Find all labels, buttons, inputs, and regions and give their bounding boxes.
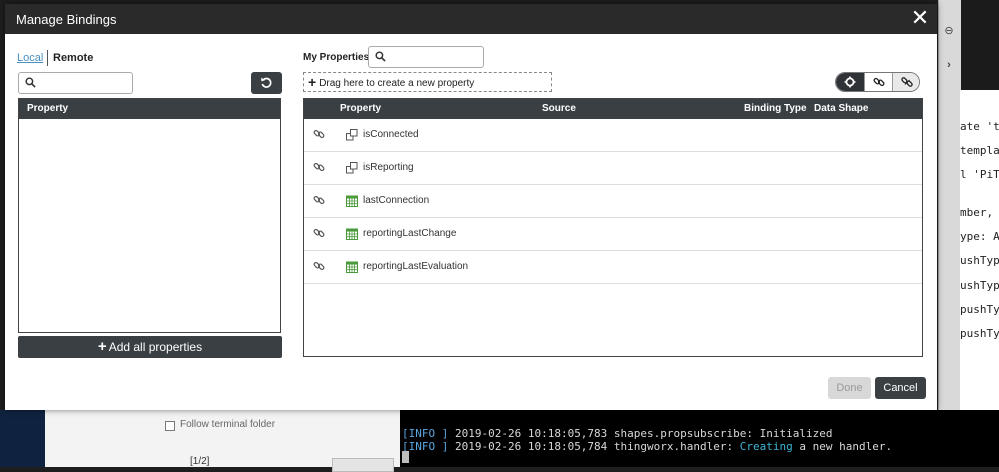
- boolean-icon: [346, 162, 358, 174]
- follow-terminal-checkbox[interactable]: [165, 421, 175, 431]
- property-row[interactable]: reportingLastEvaluation: [304, 251, 922, 284]
- tab-remote[interactable]: Remote: [53, 52, 93, 64]
- boolean-icon: [346, 129, 358, 141]
- property-name: isReporting: [363, 162, 414, 173]
- background-sidebar-strip: ⊖ ›: [938, 0, 961, 410]
- filter-unbound-button[interactable]: [892, 73, 919, 91]
- code-line: ype: A: [960, 230, 999, 243]
- refresh-icon: [261, 77, 272, 88]
- plus-icon: +: [308, 74, 317, 90]
- done-button[interactable]: Done: [828, 377, 871, 399]
- dropzone-label: Drag here to create a new property: [319, 78, 475, 89]
- datetime-icon: [346, 261, 358, 273]
- page-indicator: [1/2]: [190, 456, 210, 467]
- link-icon[interactable]: [313, 227, 325, 239]
- background-app-bottom: Follow terminal folder [1/2]: [0, 410, 400, 472]
- background-button[interactable]: [332, 458, 394, 472]
- bound-icon: [873, 77, 885, 87]
- code-line: pushTy: [960, 327, 999, 340]
- dialog-header: Manage Bindings ✕: [5, 4, 937, 34]
- datetime-icon: [346, 228, 358, 240]
- manage-bindings-dialog: Manage Bindings ✕ Local Remote Property …: [5, 4, 937, 410]
- link-icon[interactable]: [313, 260, 325, 272]
- follow-terminal-label: Follow terminal folder: [180, 419, 276, 430]
- background-code-view: ate 't templa l 'PiTh mber, ype: A ushTy…: [960, 90, 999, 410]
- column-property[interactable]: Property: [340, 99, 381, 119]
- link-icon[interactable]: [313, 128, 325, 140]
- column-data-shape[interactable]: Data Shape: [814, 99, 868, 119]
- right-search-input[interactable]: [391, 49, 481, 67]
- left-search-field[interactable]: [18, 72, 133, 94]
- add-all-properties-button[interactable]: + Add all properties: [18, 336, 282, 358]
- local-properties-panel: Property: [18, 98, 281, 333]
- property-row[interactable]: isReporting: [304, 152, 922, 185]
- column-property: Property: [27, 103, 69, 114]
- search-icon: [25, 77, 36, 88]
- background-app-right: ⊖ › ate 't templa l 'PiTh mber, ype: A u…: [938, 0, 999, 467]
- terminal-console: [INFO ] 2019-02-26 10:18:05,783 shapes.p…: [400, 410, 999, 467]
- code-line: pushTy: [960, 303, 999, 316]
- dialog-title: Manage Bindings: [16, 12, 117, 27]
- column-source[interactable]: Source: [542, 99, 576, 119]
- new-property-dropzone[interactable]: + Drag here to create a new property: [303, 72, 552, 92]
- chevron-right-icon: ›: [947, 59, 951, 71]
- background-dark-sidebar: [0, 410, 45, 467]
- search-icon: [375, 51, 386, 62]
- refresh-button[interactable]: [251, 72, 282, 94]
- my-properties-table: Property Source Binding Type Data Shape …: [303, 98, 923, 357]
- tab-divider: [47, 50, 48, 66]
- console-line: [INFO ] 2019-02-26 10:18:05,784 thingwor…: [402, 440, 893, 453]
- close-icon[interactable]: ✕: [909, 7, 931, 29]
- property-row[interactable]: reportingLastChange: [304, 218, 922, 251]
- column-binding-type[interactable]: Binding Type: [744, 99, 807, 119]
- filter-all-button[interactable]: [836, 73, 864, 91]
- plus-icon: +: [97, 338, 107, 355]
- code-line: mber,: [960, 206, 994, 219]
- code-line: ushTyp: [960, 254, 999, 267]
- link-icon[interactable]: [313, 194, 325, 206]
- binding-filter-toggle: [835, 72, 920, 92]
- link-icon[interactable]: [313, 161, 325, 173]
- my-properties-label: My Properties: [303, 52, 370, 63]
- property-name: isConnected: [363, 129, 419, 140]
- right-search-field[interactable]: [368, 46, 484, 68]
- property-row[interactable]: lastConnection: [304, 185, 922, 218]
- code-line: ushTyp: [960, 279, 999, 292]
- my-properties-table-header: Property Source Binding Type Data Shape: [304, 99, 922, 119]
- property-name: reportingLastChange: [363, 228, 457, 239]
- minus-circle-icon: ⊖: [944, 25, 954, 37]
- code-line: l 'PiTh: [960, 168, 999, 181]
- local-table-header: Property: [19, 99, 280, 119]
- filter-bound-button[interactable]: [864, 73, 893, 91]
- tab-local[interactable]: Local: [17, 52, 43, 64]
- console-line: [INFO ] 2019-02-26 10:18:05,783 shapes.p…: [402, 427, 833, 440]
- all-icon: [844, 76, 856, 88]
- code-line: ate 't: [960, 120, 999, 133]
- datetime-icon: [346, 195, 358, 207]
- property-row[interactable]: isConnected: [304, 119, 922, 152]
- property-name: reportingLastEvaluation: [363, 261, 469, 272]
- left-search-input[interactable]: [41, 75, 130, 93]
- terminal-cursor: [402, 451, 409, 463]
- property-name: lastConnection: [363, 195, 430, 206]
- code-line: templa: [960, 144, 999, 157]
- add-all-label: Add all properties: [108, 340, 203, 354]
- cancel-button[interactable]: Cancel: [875, 377, 926, 399]
- unbound-icon: [901, 77, 913, 87]
